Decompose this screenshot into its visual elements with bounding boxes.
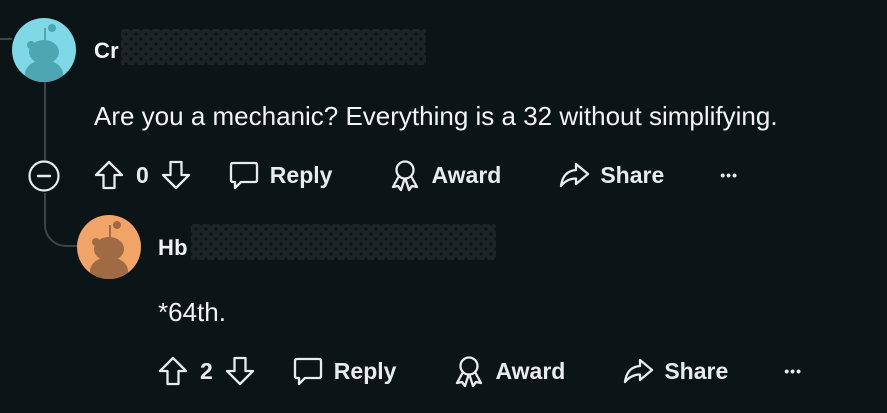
comment-action-bar: 2 Reply Award Share ••• <box>156 351 802 391</box>
arrow-up-icon <box>158 356 188 386</box>
avatar[interactable] <box>77 215 141 279</box>
comment-body: Are you a mechanic? Everything is a 32 w… <box>94 101 778 131</box>
award-button[interactable]: Award <box>388 158 501 192</box>
thread-line[interactable] <box>44 82 46 160</box>
downvote-button[interactable] <box>159 158 193 192</box>
downvote-button[interactable] <box>223 354 257 388</box>
reply-button[interactable]: Reply <box>227 158 333 192</box>
arrow-down-icon <box>225 356 254 386</box>
more-options-button[interactable]: ••• <box>784 363 802 379</box>
upvote-button[interactable] <box>156 354 190 388</box>
username[interactable]: Cr <box>94 38 119 64</box>
avatar[interactable] <box>12 18 76 82</box>
thread-line-branch[interactable] <box>44 193 78 247</box>
share-button[interactable]: Share <box>621 354 728 388</box>
more-options-icon: ••• <box>720 167 738 183</box>
reply-button[interactable]: Reply <box>291 354 397 388</box>
arrow-down-icon <box>161 160 190 190</box>
share-button[interactable]: Share <box>557 158 664 192</box>
award-button[interactable]: Award <box>452 354 565 388</box>
username[interactable]: Hb <box>158 235 188 261</box>
award-label: Award <box>495 357 566 384</box>
arrow-up-icon <box>94 160 124 190</box>
more-options-icon: ••• <box>784 363 802 379</box>
award-label: Award <box>431 161 502 188</box>
thread-line <box>0 38 12 40</box>
minus-circle-icon <box>28 160 60 192</box>
comment-body: *64th. <box>158 297 226 327</box>
redacted-username <box>191 224 496 260</box>
comment-action-bar: 0 Reply Award Share ••• <box>92 155 738 195</box>
share-label: Share <box>600 161 665 188</box>
reply-label: Reply <box>269 161 333 188</box>
speech-bubble-icon <box>293 357 322 386</box>
award-ribbon-icon <box>392 160 419 192</box>
more-options-button[interactable]: ••• <box>720 167 738 183</box>
vote-score: 2 <box>200 357 213 384</box>
upvote-button[interactable] <box>92 158 126 192</box>
vote-score: 0 <box>136 161 149 188</box>
share-arrow-icon <box>560 162 590 188</box>
redacted-username <box>121 29 426 65</box>
award-ribbon-icon <box>456 356 483 388</box>
speech-bubble-icon <box>229 161 258 190</box>
share-label: Share <box>664 357 729 384</box>
reply-label: Reply <box>333 357 397 384</box>
share-arrow-icon <box>624 358 654 384</box>
collapse-thread-button[interactable] <box>27 159 61 193</box>
